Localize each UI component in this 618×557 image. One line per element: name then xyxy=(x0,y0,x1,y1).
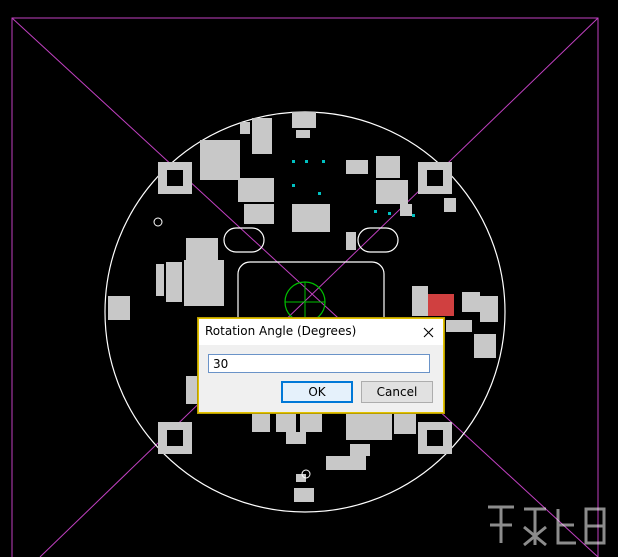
corner-pad-top-left xyxy=(158,162,192,194)
corner-pad-top-right xyxy=(418,162,452,194)
mount-slot-right xyxy=(357,227,399,253)
pcb-layout-canvas[interactable] xyxy=(0,0,618,557)
rotation-angle-input[interactable] xyxy=(208,354,430,373)
ok-button[interactable]: OK xyxy=(281,381,353,403)
dialog-title-bar: Rotation Angle (Degrees) xyxy=(199,319,443,345)
dialog-title: Rotation Angle (Degrees) xyxy=(205,324,357,338)
watermark-logo xyxy=(488,505,606,547)
cancel-button[interactable]: Cancel xyxy=(361,381,433,403)
corner-pad-bottom-right xyxy=(418,422,452,454)
close-button[interactable] xyxy=(415,320,441,344)
components-bottom xyxy=(252,408,416,502)
rotation-angle-dialog: Rotation Angle (Degrees) OK Cancel xyxy=(198,318,444,413)
close-icon xyxy=(423,327,433,337)
corner-pad-bottom-left xyxy=(158,422,192,454)
